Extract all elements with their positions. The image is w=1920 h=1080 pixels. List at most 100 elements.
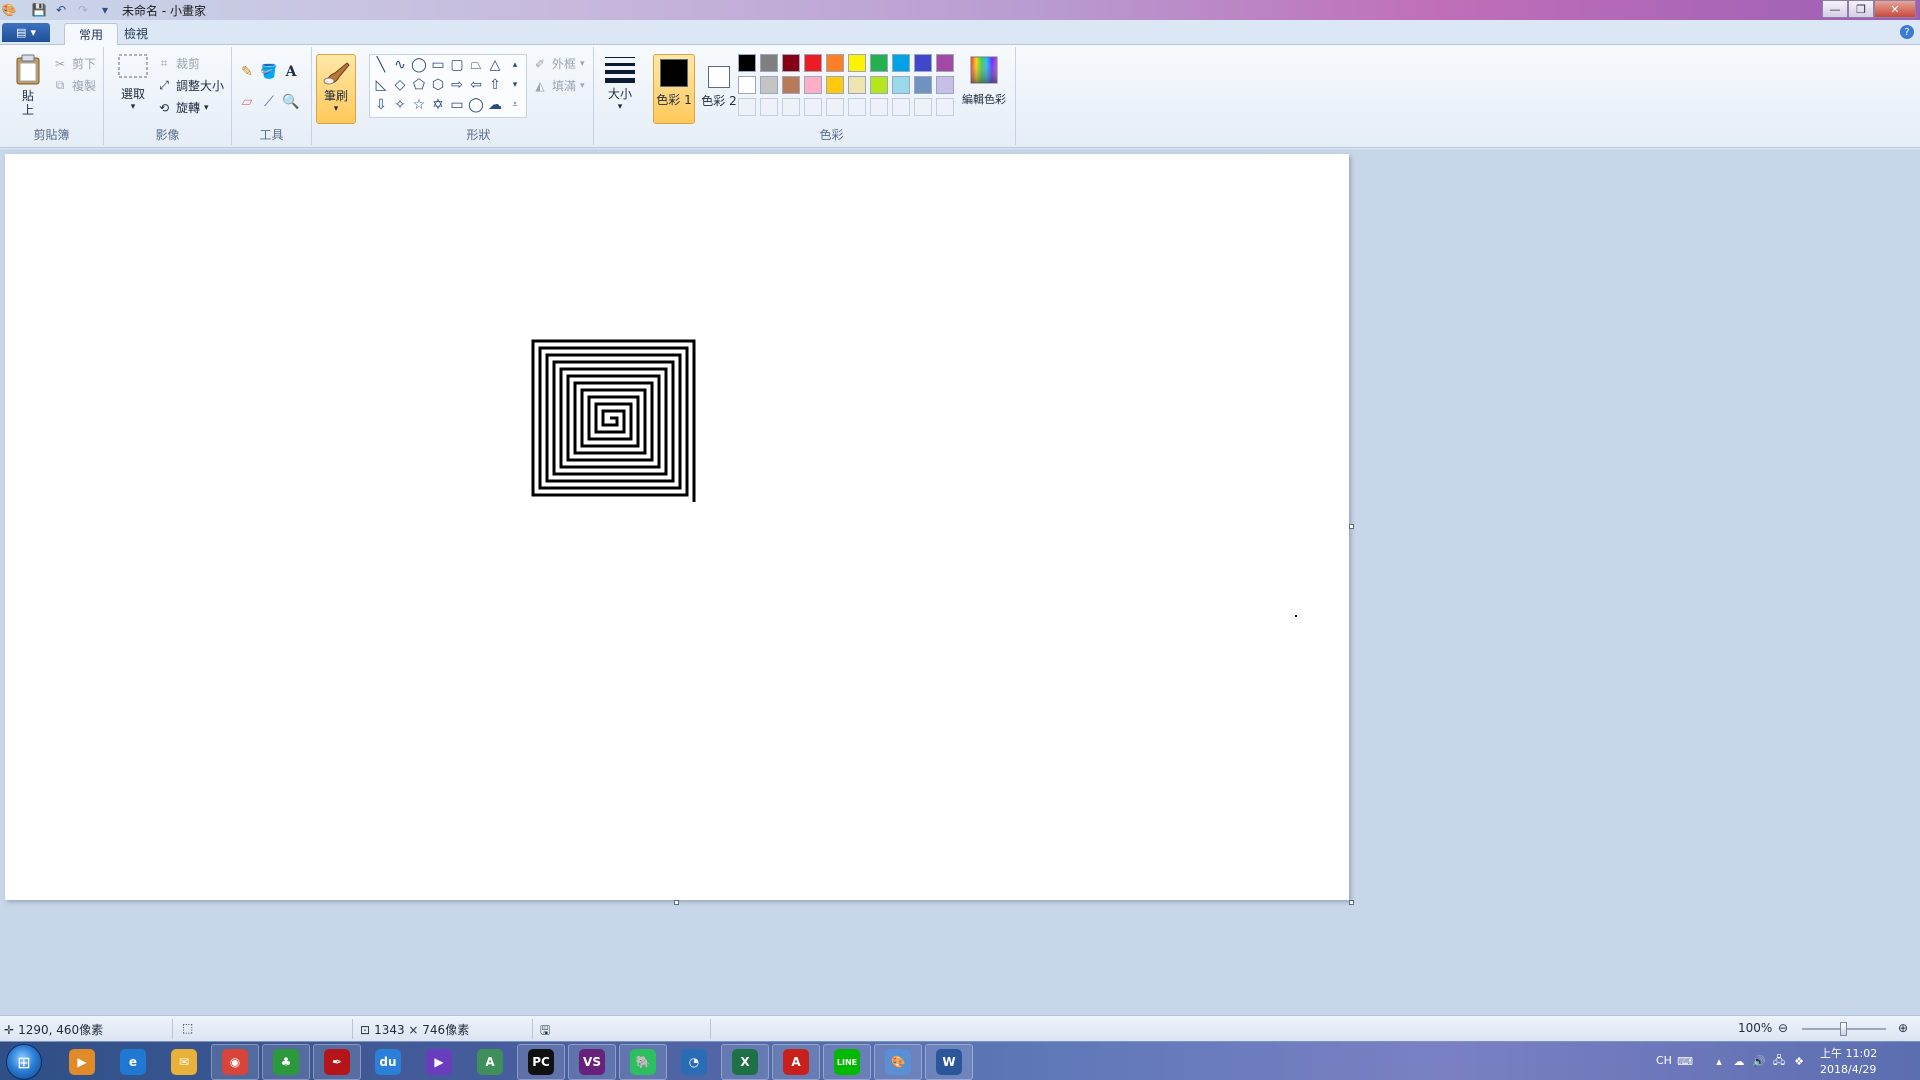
custom-color-slot[interactable] (936, 98, 954, 116)
taskbar-line[interactable]: LINE (823, 1044, 871, 1080)
cloud-callout-shape-icon[interactable]: ☁ (486, 96, 504, 114)
minimize-button[interactable]: — (1822, 0, 1848, 18)
palette-swatch[interactable] (936, 54, 954, 72)
taskbar-visual-studio[interactable]: VS (568, 1044, 616, 1080)
palette-swatch[interactable] (826, 76, 844, 94)
help-icon[interactable]: ? (1900, 25, 1914, 39)
color2-button[interactable]: 色彩 2 (698, 54, 740, 124)
right-arrow-shape-icon[interactable]: ⇨ (448, 76, 466, 94)
taskbar-outlook[interactable]: ✉ (160, 1044, 208, 1080)
paste-button[interactable]: 貼上 (12, 53, 44, 117)
dropbox-icon[interactable]: ❖ (1792, 1055, 1806, 1068)
taskbar-media-player[interactable]: ▶ (58, 1044, 106, 1080)
rotate-button[interactable]: ⟲ 旋轉 ▾ (156, 99, 209, 116)
taskbar-clover[interactable]: ♣ (262, 1044, 310, 1080)
color-picker-icon[interactable]: ⟋ (260, 93, 278, 111)
fill-bucket-icon[interactable]: 🪣 (260, 63, 278, 81)
show-hidden-icons-icon[interactable]: ▴ (1712, 1055, 1726, 1068)
keyboard-icon[interactable]: ⌨ (1677, 1055, 1693, 1068)
taskbar-internet-explorer[interactable]: e (109, 1044, 157, 1080)
left-arrow-shape-icon[interactable]: ⇦ (467, 76, 485, 94)
fill-button[interactable]: ◭ 填滿 ▾ (532, 77, 584, 94)
clock-date[interactable]: 2018/4/29 (1820, 1063, 1876, 1076)
palette-swatch[interactable] (870, 54, 888, 72)
brushes-button[interactable]: 筆刷 ▾ (316, 54, 356, 124)
resize-handle-right[interactable] (1349, 524, 1354, 529)
taskbar-pycharm[interactable]: PC (517, 1044, 565, 1080)
line-shape-icon[interactable]: ╲ (372, 56, 390, 74)
redo-icon[interactable]: ↷ (74, 2, 92, 18)
curve-shape-icon[interactable]: ∿ (391, 56, 409, 74)
palette-swatch[interactable] (870, 76, 888, 94)
onedrive-icon[interactable]: ☁ (1732, 1055, 1746, 1068)
taskbar-excel[interactable]: X (721, 1044, 769, 1080)
palette-swatch[interactable] (760, 76, 778, 94)
palette-swatch[interactable] (826, 54, 844, 72)
palette-swatch[interactable] (914, 76, 932, 94)
custom-color-slot[interactable] (782, 98, 800, 116)
custom-color-slot[interactable] (870, 98, 888, 116)
color1-button[interactable]: 色彩 1 (653, 54, 695, 124)
save-icon[interactable]: 💾 (30, 2, 48, 18)
custom-color-slot[interactable] (804, 98, 822, 116)
palette-swatch[interactable] (848, 54, 866, 72)
taskbar-chrome[interactable]: ◉ (211, 1044, 259, 1080)
palette-swatch[interactable] (892, 76, 910, 94)
edit-colors-button[interactable]: 編輯色彩 (956, 55, 1012, 107)
taskbar-evernote[interactable]: 🐘 (619, 1044, 667, 1080)
crop-button[interactable]: ⌗ 裁剪 (156, 55, 200, 72)
custom-color-slot[interactable] (914, 98, 932, 116)
custom-color-slot[interactable] (760, 98, 778, 116)
taskbar-android-studio[interactable]: A (466, 1044, 514, 1080)
oval-shape-icon[interactable]: ◯ (410, 56, 428, 74)
palette-swatch[interactable] (914, 54, 932, 72)
network-icon[interactable]: 🖧 (1772, 1054, 1786, 1067)
custom-color-slot[interactable] (892, 98, 910, 116)
copy-button[interactable]: ⧉ 複製 (52, 77, 96, 94)
custom-color-slot[interactable] (826, 98, 844, 116)
ime-indicator[interactable]: CH (1656, 1054, 1672, 1067)
palette-swatch[interactable] (738, 54, 756, 72)
taskbar-visual-studio-purple[interactable]: ▶ (415, 1044, 463, 1080)
five-point-star-shape-icon[interactable]: ☆ (410, 96, 428, 114)
four-point-star-shape-icon[interactable]: ✧ (391, 96, 409, 114)
size-button[interactable]: 大小 ▾ (599, 55, 641, 112)
taskbar-baidu-cloud[interactable]: du (364, 1044, 412, 1080)
palette-swatch[interactable] (760, 54, 778, 72)
polygon-shape-icon[interactable]: ⏢ (467, 56, 485, 74)
expand-gallery-icon[interactable]: ⩡ (508, 96, 522, 114)
taskbar-word[interactable]: W (925, 1044, 973, 1080)
custom-color-slot[interactable] (738, 98, 756, 116)
resize-handle-bottom[interactable] (674, 900, 679, 905)
select-button[interactable]: 選取 ▾ (112, 53, 154, 112)
outline-button[interactable]: ✐ 外框 ▾ (532, 55, 585, 72)
palette-swatch[interactable] (848, 76, 866, 94)
zoom-in-button[interactable]: ⊕ (1898, 1021, 1908, 1035)
palette-swatch[interactable] (782, 54, 800, 72)
drawing-canvas[interactable] (5, 154, 1349, 900)
resize-handle-corner[interactable] (1349, 900, 1354, 905)
rectangle-shape-icon[interactable]: ▭ (429, 56, 447, 74)
tab-view[interactable]: 檢視 (110, 23, 162, 45)
down-arrow-shape-icon[interactable]: ⇩ (372, 96, 390, 114)
taskbar-adobe-reader[interactable]: ✒ (313, 1044, 361, 1080)
eraser-icon[interactable]: ▱ (238, 93, 256, 111)
palette-swatch[interactable] (892, 54, 910, 72)
palette-swatch[interactable] (936, 76, 954, 94)
start-button[interactable]: ⊞ (6, 1044, 42, 1080)
palette-swatch[interactable] (782, 76, 800, 94)
oval-callout-shape-icon[interactable]: ◯ (467, 96, 485, 114)
palette-swatch[interactable] (804, 54, 822, 72)
taskbar-acrobat[interactable]: A (772, 1044, 820, 1080)
diamond-shape-icon[interactable]: ◇ (391, 76, 409, 94)
zoom-slider-thumb[interactable] (1840, 1022, 1847, 1036)
volume-icon[interactable]: 🔊 (1752, 1055, 1766, 1068)
magnifier-icon[interactable]: 🔍 (282, 93, 300, 111)
customize-toolbar-icon[interactable]: ▾ (96, 2, 114, 18)
text-tool-icon[interactable]: A (282, 63, 300, 81)
palette-swatch[interactable] (738, 76, 756, 94)
custom-color-slot[interactable] (848, 98, 866, 116)
scroll-up-icon[interactable]: ▴ (508, 56, 522, 74)
close-button[interactable]: ✕ (1874, 0, 1916, 18)
clock-time[interactable]: 上午 11:02 (1820, 1045, 1877, 1061)
